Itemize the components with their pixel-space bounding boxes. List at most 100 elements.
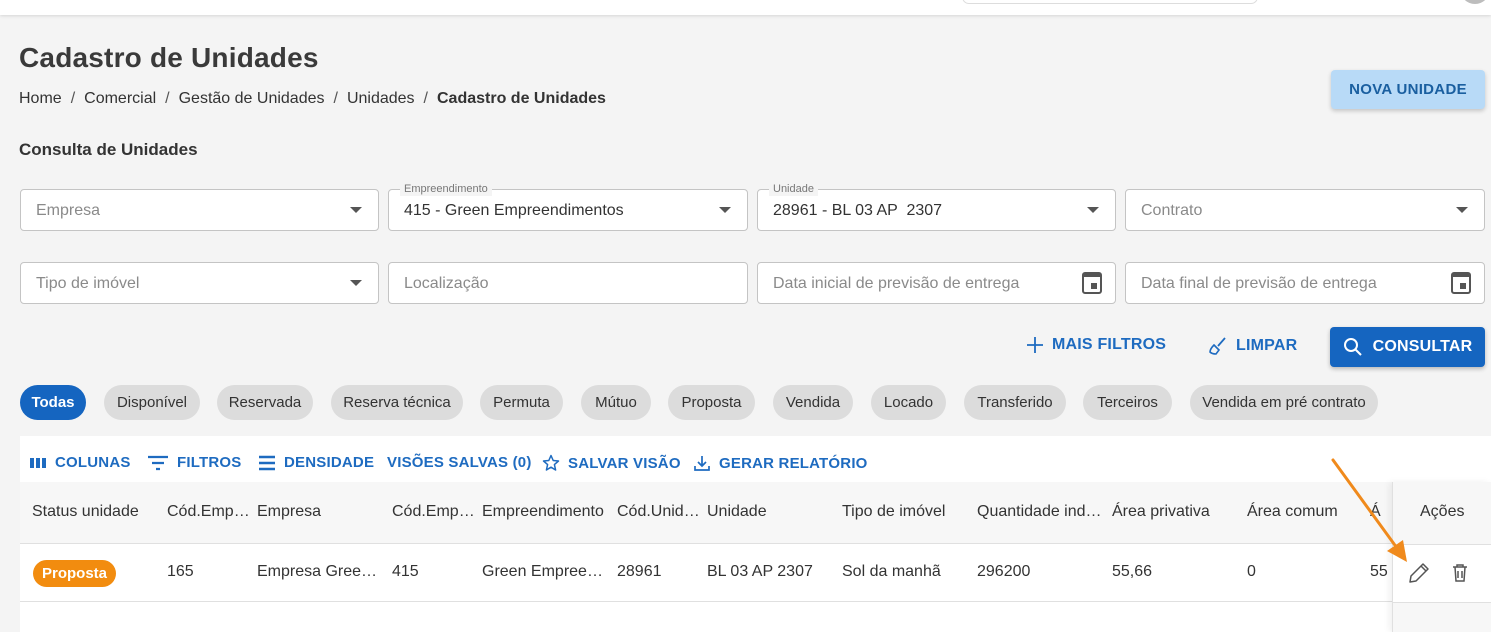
column-header-cod-empreendimento[interactable]: Cód.Emp… bbox=[392, 503, 475, 521]
filter-list-icon bbox=[148, 455, 168, 470]
gerar-relatorio-button[interactable]: GERAR RELATÓRIO bbox=[693, 454, 868, 472]
breadcrumb-home[interactable]: Home bbox=[19, 90, 62, 108]
row-actions bbox=[1393, 545, 1491, 602]
column-header-area-privativa[interactable]: Área privativa bbox=[1112, 503, 1210, 521]
data-inicial-placeholder: Data inicial de previsão de entrega bbox=[773, 275, 1020, 292]
chip-proposta[interactable]: Proposta bbox=[668, 385, 755, 420]
actions-pinned-column: Ações bbox=[1392, 482, 1491, 632]
empreendimento-value: 415 - Green Empreendimentos bbox=[404, 202, 624, 219]
global-search-input[interactable] bbox=[962, 0, 1258, 4]
chevron-down-icon bbox=[719, 207, 731, 213]
breadcrumb-gestao-unidades[interactable]: Gestão de Unidades bbox=[179, 90, 325, 108]
chip-vendida-pre-contrato[interactable]: Vendida em pré contrato bbox=[1190, 385, 1378, 420]
chevron-down-icon bbox=[350, 280, 362, 286]
contrato-select[interactable]: Contrato bbox=[1125, 189, 1485, 231]
column-header-acoes: Ações bbox=[1420, 503, 1465, 520]
cell-area-privativa: 55,66 bbox=[1112, 563, 1153, 580]
cell-cod-unidade: 28961 bbox=[617, 563, 662, 580]
empresa-select[interactable]: Empresa bbox=[20, 189, 379, 231]
column-header-tipo-imovel[interactable]: Tipo de imóvel bbox=[842, 503, 945, 521]
chevron-down-icon bbox=[1456, 207, 1468, 213]
cell-cod-empreendimento: 415 bbox=[392, 563, 419, 580]
visoes-salvas-label: VISÕES SALVAS (0) bbox=[387, 454, 532, 471]
colunas-button[interactable]: COLUNAS bbox=[29, 454, 131, 471]
chip-terceiros[interactable]: Terceiros bbox=[1083, 385, 1172, 420]
densidade-button[interactable]: DENSIDADE bbox=[258, 454, 374, 471]
mais-filtros-button[interactable]: MAIS FILTROS bbox=[1026, 336, 1166, 354]
empreendimento-select[interactable]: Empreendimento 415 - Green Empreendiment… bbox=[388, 182, 748, 231]
gerar-relatorio-label: GERAR RELATÓRIO bbox=[719, 454, 868, 472]
colunas-label: COLUNAS bbox=[55, 454, 131, 471]
column-header-cod-empresa[interactable]: Cód.Emp… bbox=[167, 503, 250, 521]
avatar[interactable] bbox=[1460, 0, 1490, 4]
breadcrumb-unidades[interactable]: Unidades bbox=[347, 90, 415, 108]
download-icon bbox=[694, 456, 710, 471]
column-header-area-truncated[interactable]: Á bbox=[1370, 503, 1381, 521]
trash-icon[interactable] bbox=[1448, 561, 1472, 585]
data-inicial-input[interactable]: Data inicial de previsão de entrega bbox=[757, 262, 1116, 304]
data-final-input[interactable]: Data final de previsão de entrega bbox=[1125, 262, 1485, 304]
cell-area-truncated: 55 bbox=[1370, 563, 1388, 580]
consultar-button[interactable]: CONSULTAR bbox=[1330, 327, 1485, 367]
filtros-label: FILTROS bbox=[177, 454, 242, 471]
edit-pencil-icon[interactable] bbox=[1407, 561, 1431, 585]
unidade-select[interactable]: Unidade 28961 - BL 03 AP 2307 bbox=[757, 182, 1116, 231]
chip-locado[interactable]: Locado bbox=[871, 385, 946, 420]
chevron-down-icon bbox=[1087, 207, 1099, 213]
chip-permuta[interactable]: Permuta bbox=[480, 385, 563, 420]
column-header-area-comum[interactable]: Área comum bbox=[1247, 503, 1338, 521]
breadcrumb-current: Cadastro de Unidades bbox=[437, 90, 606, 107]
filtros-button[interactable]: FILTROS bbox=[147, 454, 241, 471]
chip-reservada[interactable]: Reservada bbox=[217, 385, 313, 420]
unidade-value: 28961 - BL 03 AP 2307 bbox=[773, 202, 943, 219]
salvar-visao-button[interactable]: SALVAR VISÃO bbox=[542, 454, 681, 472]
chip-transferido[interactable]: Transferido bbox=[964, 385, 1066, 420]
star-outline-icon bbox=[542, 454, 560, 471]
tipo-imovel-placeholder: Tipo de imóvel bbox=[36, 275, 140, 292]
cell-cod-empresa: 165 bbox=[167, 563, 194, 580]
empreendimento-label: Empreendimento bbox=[400, 182, 492, 196]
density-icon bbox=[259, 455, 275, 470]
visoes-salvas-button[interactable]: VISÕES SALVAS (0) bbox=[387, 454, 532, 471]
breadcrumb-comercial[interactable]: Comercial bbox=[84, 90, 156, 108]
broom-icon bbox=[1209, 337, 1226, 355]
cell-empresa: Empresa Gree… bbox=[257, 563, 378, 580]
calendar-icon[interactable] bbox=[1082, 272, 1102, 294]
densidade-label: DENSIDADE bbox=[284, 454, 375, 471]
calendar-icon[interactable] bbox=[1451, 272, 1471, 294]
data-final-placeholder: Data final de previsão de entrega bbox=[1141, 275, 1377, 292]
cell-area-comum: 0 bbox=[1247, 563, 1256, 580]
page-title: Cadastro de Unidades bbox=[19, 42, 319, 73]
column-header-quantidade[interactable]: Quantidade ind… bbox=[977, 503, 1102, 521]
cell-quantidade: 296200 bbox=[977, 563, 1031, 580]
tipo-imovel-select[interactable]: Tipo de imóvel bbox=[20, 262, 379, 304]
limpar-button[interactable]: LIMPAR bbox=[1208, 336, 1297, 356]
columns-icon bbox=[30, 457, 46, 468]
column-header-unidade[interactable]: Unidade bbox=[707, 503, 767, 521]
chip-mutuo[interactable]: Mútuo bbox=[581, 385, 651, 420]
salvar-visao-label: SALVAR VISÃO bbox=[568, 454, 681, 472]
column-header-empresa[interactable]: Empresa bbox=[257, 503, 321, 521]
chip-todas[interactable]: Todas bbox=[20, 385, 86, 420]
section-title: Consulta de Unidades bbox=[19, 140, 198, 159]
contrato-placeholder: Contrato bbox=[1141, 202, 1203, 219]
mais-filtros-label: MAIS FILTROS bbox=[1052, 336, 1167, 353]
cell-unidade: BL 03 AP 2307 bbox=[707, 563, 813, 580]
column-header-cod-unidade[interactable]: Cód.Unid… bbox=[617, 503, 700, 521]
empresa-placeholder: Empresa bbox=[36, 202, 101, 219]
table-header-row: Status unidade Cód.Emp… Empresa Cód.Emp…… bbox=[20, 482, 1491, 544]
chevron-down-icon bbox=[350, 207, 362, 213]
column-header-empreendimento[interactable]: Empreendimento bbox=[482, 503, 604, 521]
table-row[interactable]: Proposta 165 Empresa Gree… 415 Green Emp… bbox=[20, 544, 1491, 602]
nova-unidade-button[interactable]: NOVA UNIDADE bbox=[1331, 70, 1485, 109]
cell-empreendimento: Green Empree… bbox=[482, 563, 603, 580]
consultar-label: CONSULTAR bbox=[1372, 338, 1473, 355]
chip-vendida[interactable]: Vendida bbox=[773, 385, 853, 420]
search-icon bbox=[1343, 338, 1362, 356]
chip-disponivel[interactable]: Disponível bbox=[104, 385, 200, 420]
localizacao-placeholder: Localização bbox=[404, 275, 489, 292]
chip-reserva-tecnica[interactable]: Reserva técnica bbox=[331, 385, 463, 420]
localizacao-input[interactable]: Localização bbox=[388, 262, 748, 304]
column-header-status[interactable]: Status unidade bbox=[32, 503, 139, 521]
status-badge: Proposta bbox=[33, 560, 117, 587]
